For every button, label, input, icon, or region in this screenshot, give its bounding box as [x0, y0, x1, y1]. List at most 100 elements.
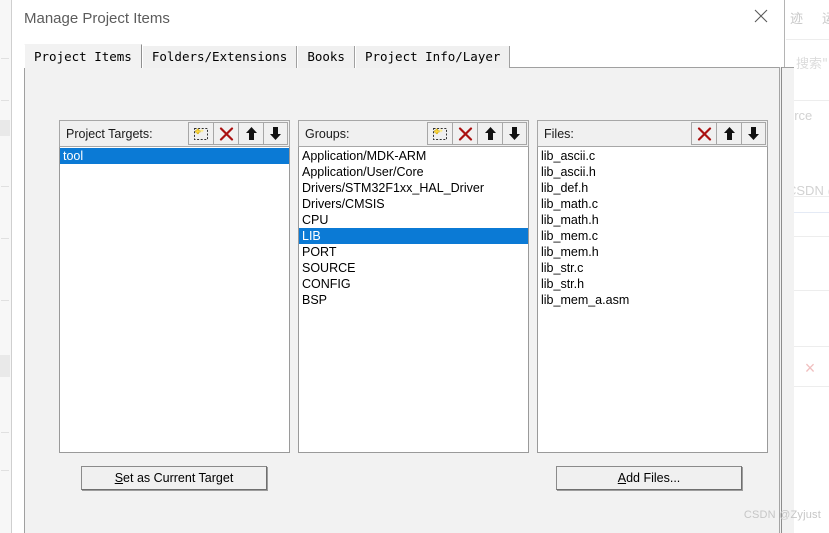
list-item[interactable]: PORT [299, 244, 528, 260]
list-item[interactable]: lib_math.h [538, 212, 767, 228]
delete-group-button[interactable] [452, 122, 477, 145]
add-files-label: Add Files... [618, 471, 681, 485]
accel-key: A [617, 471, 627, 485]
manage-project-items-dialog: Manage Project Items Project Items Folde… [11, 0, 794, 533]
list-item-label: tool [63, 149, 84, 163]
move-target-down-button[interactable] [263, 122, 288, 145]
new-target-button[interactable] [188, 122, 213, 145]
dialog-titlebar: Manage Project Items [12, 0, 784, 39]
delete-target-button[interactable] [213, 122, 238, 145]
close-icon [754, 9, 768, 23]
project-targets-listbox[interactable]: tool [59, 147, 290, 453]
list-item[interactable]: Application/User/Core [299, 164, 528, 180]
list-item-label: Application/User/Core [302, 165, 424, 179]
list-item-label: lib_mem_a.asm [541, 293, 630, 307]
files-column: Files: lib_ascii.c lib_ascii.h lib_def.h… [537, 120, 768, 453]
project-items-tab-panel: Project Targets: tool Groups: Applicatio… [24, 67, 794, 533]
new-item-icon [193, 127, 208, 140]
list-item-label: lib_str.h [541, 277, 585, 291]
list-item-label: lib_math.c [541, 197, 598, 211]
list-item[interactable]: BSP [299, 292, 528, 308]
project-targets-header: Project Targets: [59, 120, 290, 147]
list-item[interactable]: CONFIG [299, 276, 528, 292]
background-sidebar-tick [1, 100, 9, 101]
list-item-label: lib_def.h [541, 181, 589, 195]
button-label-rest: et as Current Target [123, 471, 234, 485]
tab-project-items[interactable]: Project Items [24, 44, 142, 68]
move-down-icon [748, 127, 759, 140]
files-listbox[interactable]: lib_ascii.c lib_ascii.h lib_def.h lib_ma… [537, 147, 768, 453]
list-item[interactable]: SOURCE [299, 260, 528, 276]
background-highlight-line [790, 212, 829, 213]
list-item[interactable]: lib_str.h [538, 276, 767, 292]
project-targets-label: Project Targets: [66, 126, 153, 141]
list-item[interactable]: Drivers/STM32F1xx_HAL_Driver [299, 180, 528, 196]
list-item[interactable]: lib_ascii.c [538, 148, 767, 164]
dialog-right-edge [779, 67, 782, 533]
move-up-icon [245, 127, 257, 140]
delete-file-button[interactable] [691, 122, 716, 145]
list-item[interactable]: lib_mem.h [538, 244, 767, 260]
move-up-icon [723, 127, 735, 140]
background-sidebar-tick [1, 186, 9, 187]
button-label-rest: dd Files... [626, 471, 681, 485]
list-item-label: BSP [302, 293, 328, 307]
groups-listbox[interactable]: Application/MDK-ARM Application/User/Cor… [298, 147, 529, 453]
list-item[interactable]: lib_math.c [538, 196, 767, 212]
groups-label: Groups: [305, 126, 350, 141]
background-cjk-label-1: 迹 [790, 12, 804, 27]
move-file-down-button[interactable] [741, 122, 766, 145]
add-files-button[interactable]: Add Files... [556, 466, 742, 490]
list-item[interactable]: lib_str.c [538, 260, 767, 276]
project-targets-toolbar [188, 122, 288, 145]
list-item-label: lib_ascii.c [541, 149, 596, 163]
groups-column: Groups: Application/MDK-ARM Application/… [298, 120, 529, 453]
tab-strip: Project Items Folders/Extensions Books P… [24, 44, 511, 68]
background-cjk-label-2: 运 [822, 12, 829, 27]
set-as-current-target-button[interactable]: Set as Current Target [81, 466, 267, 490]
move-target-up-button[interactable] [238, 122, 263, 145]
tab-folders-extensions[interactable]: Folders/Extensions [141, 46, 298, 68]
list-item-label: CPU [302, 213, 329, 227]
groups-header: Groups: [298, 120, 529, 147]
list-item-label: SOURCE [302, 261, 356, 275]
list-item[interactable]: LIB [299, 228, 528, 244]
tab-project-info-layer[interactable]: Project Info/Layer [354, 46, 511, 68]
new-group-button[interactable] [427, 122, 452, 145]
background-sidebar-tick [1, 58, 9, 59]
list-item-label: Drivers/CMSIS [302, 197, 385, 211]
background-sidebar-tick [1, 238, 9, 239]
close-button[interactable] [738, 0, 784, 31]
list-item-label: lib_mem.c [541, 229, 598, 243]
list-item[interactable]: lib_mem.c [538, 228, 767, 244]
move-group-up-button[interactable] [477, 122, 502, 145]
list-item[interactable]: lib_ascii.h [538, 164, 767, 180]
tab-label: Folders/Extensions [151, 49, 288, 64]
move-file-up-button[interactable] [716, 122, 741, 145]
list-item[interactable]: Drivers/CMSIS [299, 196, 528, 212]
move-group-down-button[interactable] [502, 122, 527, 145]
new-item-icon [432, 127, 447, 140]
delete-x-icon [697, 126, 711, 141]
delete-x-icon [458, 126, 472, 141]
background-sidebar-tick [1, 432, 9, 433]
background-search-label: 搜索" [796, 57, 828, 72]
tab-label: Project Info/Layer [364, 49, 501, 64]
background-divider [786, 39, 829, 40]
list-item[interactable]: Application/MDK-ARM [299, 148, 528, 164]
move-down-icon [270, 127, 281, 140]
list-item[interactable]: lib_def.h [538, 180, 767, 196]
list-item[interactable]: tool [60, 148, 289, 164]
tab-label: Project Items [34, 49, 132, 64]
files-label: Files: [544, 126, 574, 141]
delete-x-icon [219, 126, 233, 141]
background-delete-x-icon: × [804, 358, 816, 378]
list-item-label: Drivers/STM32F1xx_HAL_Driver [302, 181, 484, 195]
project-targets-column: Project Targets: tool [59, 120, 290, 453]
list-item[interactable]: lib_mem_a.asm [538, 292, 767, 308]
list-item[interactable]: CPU [299, 212, 528, 228]
csdn-watermark: CSDN @Zyjust [743, 509, 821, 521]
move-down-icon [509, 127, 520, 140]
tab-books[interactable]: Books [297, 46, 355, 68]
list-item-label: lib_str.c [541, 261, 584, 275]
